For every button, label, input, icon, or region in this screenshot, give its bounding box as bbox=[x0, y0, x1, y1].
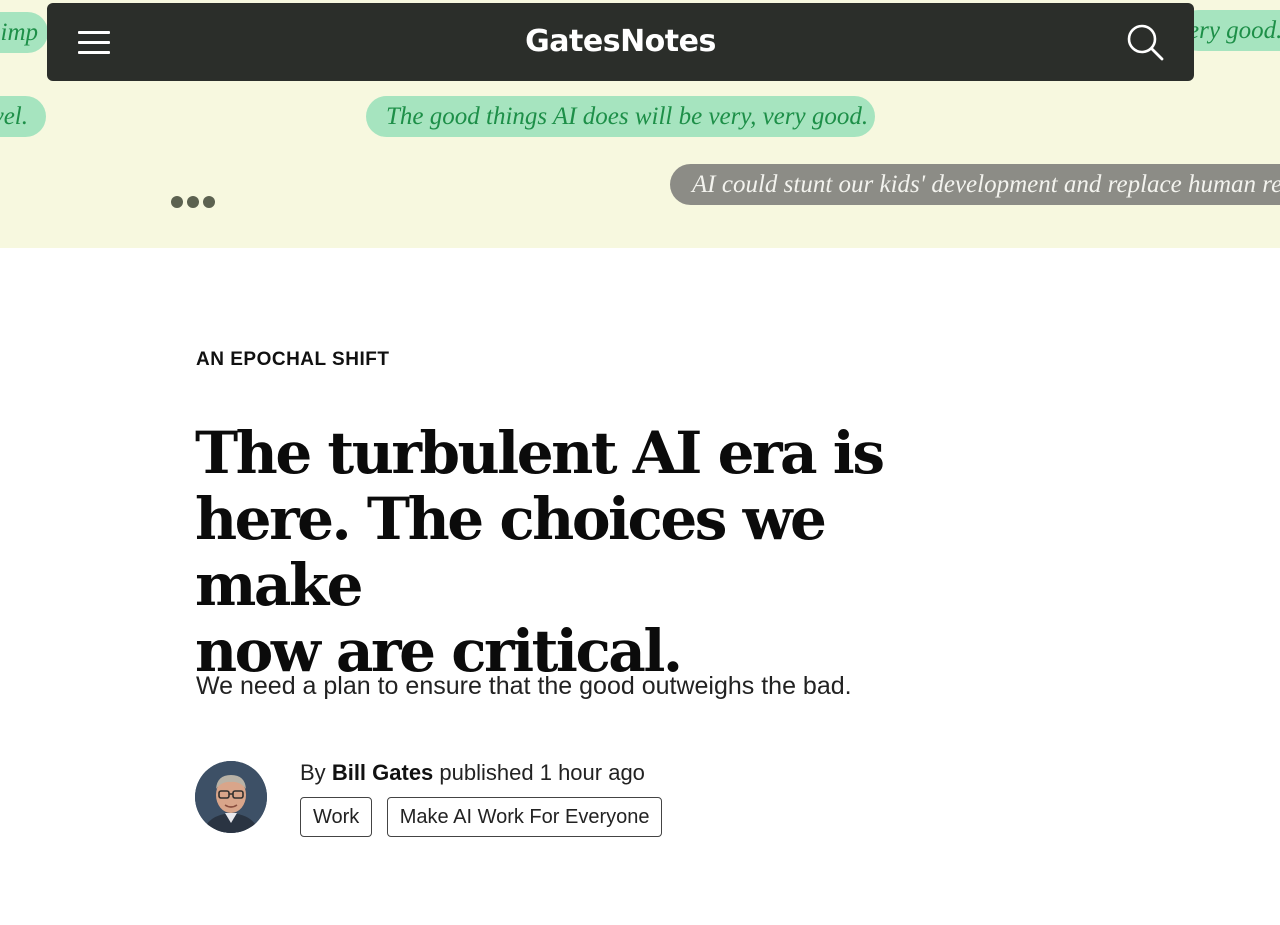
tag-work[interactable]: Work bbox=[300, 797, 373, 837]
article-subheading: We need a plan to ensure that the good o… bbox=[196, 672, 852, 700]
typing-indicator-icon bbox=[171, 195, 219, 213]
chat-bubble: vel. bbox=[0, 96, 46, 137]
published-time: published 1 hour ago bbox=[439, 760, 645, 785]
article-kicker: AN EPOCHAL SHIFT bbox=[196, 349, 390, 370]
author-avatar[interactable] bbox=[195, 761, 267, 833]
chat-bubble: n imp bbox=[0, 12, 48, 53]
author-name[interactable]: Bill Gates bbox=[332, 760, 433, 785]
article-headline: The turbulent AI era is here. The choice… bbox=[195, 420, 995, 684]
search-icon[interactable] bbox=[1126, 23, 1166, 63]
article-tags: Work Make AI Work For Everyone bbox=[300, 797, 672, 837]
headline-line: here. The choices we make bbox=[195, 485, 827, 619]
headline-line: The turbulent AI era is bbox=[195, 419, 885, 487]
byline-prefix: By bbox=[300, 760, 326, 785]
chat-bubble: The good things AI does will be very, ve… bbox=[366, 96, 875, 137]
top-navbar: GatesNotes bbox=[47, 3, 1194, 81]
article-byline: By Bill Gates published 1 hour ago bbox=[300, 760, 645, 786]
chat-bubble: AI could stunt our kids' development and… bbox=[670, 164, 1280, 205]
site-logo[interactable]: GatesNotes bbox=[47, 23, 1194, 61]
tag-make-ai-work-for-everyone[interactable]: Make AI Work For Everyone bbox=[386, 797, 663, 837]
